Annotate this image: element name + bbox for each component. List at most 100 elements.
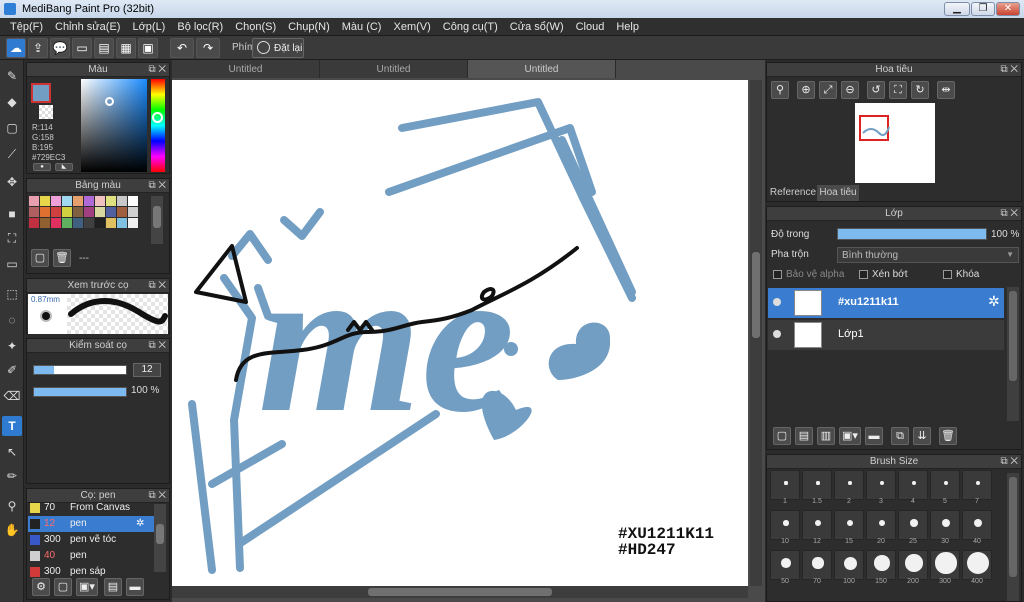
brush-size-slot[interactable] (802, 550, 832, 580)
document-icon[interactable]: ▤ (94, 38, 114, 58)
stroke-tool-icon[interactable]: ⟋ (2, 144, 22, 164)
speech-icon[interactable]: ▭ (72, 38, 92, 58)
comment-icon[interactable]: 💬 (50, 38, 70, 58)
canvas-tab-2[interactable]: Untitled (320, 60, 468, 78)
brush-folder-button[interactable]: ▬ (126, 578, 144, 596)
zoom-out-icon[interactable]: ⊖ (841, 81, 859, 99)
brush-new-button[interactable]: ▢ (54, 578, 72, 596)
select-eraser-tool-icon[interactable]: ⌫ (2, 386, 22, 406)
brush-size-slot[interactable] (770, 510, 800, 540)
operation-tool-icon[interactable]: ↖ (2, 442, 22, 462)
palette-swatch[interactable] (128, 196, 138, 206)
canvas-tab-1[interactable]: Untitled (172, 60, 320, 78)
duplicate-layer-button[interactable]: ⧉ (891, 427, 909, 445)
delete-layer-button[interactable]: 🗑 (939, 427, 957, 445)
brush-opacity-slider[interactable] (33, 387, 127, 397)
flip-icon[interactable]: ⇹ (937, 81, 955, 99)
palette-swatch[interactable] (29, 207, 39, 217)
lock-checkbox[interactable]: Khóa (943, 269, 979, 280)
palette-swatch[interactable] (73, 207, 83, 217)
eye-icon[interactable] (773, 330, 781, 338)
text-tool-icon[interactable]: T (2, 416, 22, 436)
brush-list-scrollbar[interactable] (154, 504, 166, 572)
rotate-right-icon[interactable]: ↻ (911, 81, 929, 99)
canvas-paper[interactable]: me #XU1211K11 #HD247 (172, 80, 748, 586)
palette-swatch[interactable] (117, 196, 127, 206)
brush-size-slot[interactable] (770, 550, 800, 580)
palette-swatch[interactable] (95, 196, 105, 206)
clipping-checkbox[interactable]: Xén bớt (859, 269, 907, 280)
brush-size-slot[interactable] (898, 550, 928, 580)
palette-new-button[interactable]: ▢ (31, 249, 49, 267)
palette-swatch[interactable] (29, 196, 39, 206)
brush-size-slot[interactable] (866, 510, 896, 540)
palette-swatch[interactable] (62, 218, 72, 228)
palette-swatch[interactable] (106, 196, 116, 206)
reset-button[interactable]: Đặt lại (252, 38, 304, 58)
eye-icon[interactable] (773, 298, 781, 306)
palette-swatch[interactable] (84, 218, 94, 228)
layer-list-scrollbar[interactable] (1007, 287, 1019, 421)
brush-size-slot[interactable] (930, 470, 960, 500)
eraser-tool-icon[interactable]: ◆ (2, 92, 22, 112)
palette-delete-button[interactable]: 🗑 (53, 249, 71, 267)
menu-layer[interactable]: Lớp(L) (126, 21, 171, 33)
panel-icon[interactable]: ▣ (138, 38, 158, 58)
gear-icon[interactable]: ✲ (136, 516, 144, 532)
brush-size-slot[interactable] (962, 510, 992, 540)
brush-list-item[interactable]: 70 From Canvas (28, 500, 166, 516)
palette-swatch[interactable] (51, 207, 61, 217)
close-button[interactable]: ✕ (996, 2, 1020, 16)
brush-add-button[interactable]: ⚙ (32, 578, 50, 596)
rotate-left-icon[interactable]: ↺ (867, 81, 885, 99)
brush-size-slot[interactable] (834, 510, 864, 540)
maximize-button[interactable]: ❐ (971, 2, 995, 16)
palette-swatch[interactable] (51, 218, 61, 228)
color-picker-handle[interactable] (105, 97, 114, 106)
palette-swatch[interactable] (84, 196, 94, 206)
palette-swatch[interactable] (40, 196, 50, 206)
gradient-tool-icon[interactable]: ▭ (2, 254, 22, 274)
menu-view[interactable]: Xem(V) (387, 21, 436, 33)
brush-size-slot[interactable] (834, 470, 864, 500)
hand-tool-icon[interactable]: ✋ (2, 520, 22, 540)
brush-size-slot[interactable] (930, 510, 960, 540)
color-picker-square[interactable] (81, 79, 147, 172)
add-layer-menu-button[interactable]: ▣▾ (839, 427, 861, 445)
menu-snap[interactable]: Chụp(N) (282, 21, 336, 33)
brush-copy-button[interactable]: ▣▾ (76, 578, 98, 596)
brush-size-slot[interactable] (898, 470, 928, 500)
new-halftone-layer-button[interactable]: ▤ (795, 427, 813, 445)
gear-icon[interactable]: ✲ (988, 293, 1000, 310)
rectangle-tool-icon[interactable]: ▢ (2, 118, 22, 138)
zoom-fit-icon[interactable]: ⚲ (771, 81, 789, 99)
brush-size-slot[interactable] (962, 550, 992, 580)
menu-select[interactable]: Chọn(S) (229, 21, 282, 33)
brush-size-slot[interactable] (834, 550, 864, 580)
magic-wand-tool-icon[interactable]: ✦ (2, 336, 22, 356)
brush-list-item[interactable]: 300 pen vẽ tóc (28, 532, 166, 548)
palette-swatch[interactable] (73, 196, 83, 206)
menu-filter[interactable]: Bộ lọc(R) (171, 21, 229, 33)
brush-tool-icon[interactable]: ✎ (2, 66, 22, 86)
brush-list-item[interactable]: 12 pen ✲ (28, 516, 166, 532)
brush-list-item[interactable]: 40 pen (28, 548, 166, 564)
fit-window-icon[interactable]: ⤢ (819, 81, 837, 99)
palette-swatch[interactable] (73, 218, 83, 228)
brush-size-slot[interactable] (802, 470, 832, 500)
brush-size-value[interactable]: 12 (133, 363, 161, 377)
layer-opacity-slider[interactable] (837, 228, 987, 240)
cloud-icon[interactable]: ☁ (6, 38, 26, 58)
grid-icon[interactable]: ▦ (116, 38, 136, 58)
palette-swatch[interactable] (62, 207, 72, 217)
divide-tool-icon[interactable]: ✏ (2, 466, 22, 486)
brush-size-slot[interactable] (962, 470, 992, 500)
brush-size-scrollbar[interactable] (1007, 473, 1019, 601)
select-rect-tool-icon[interactable]: ⬚ (2, 284, 22, 304)
brush-size-slot[interactable] (930, 550, 960, 580)
zoom-in-icon[interactable]: ⊕ (797, 81, 815, 99)
brush-save-button[interactable]: ▤ (104, 578, 122, 596)
menu-cloud[interactable]: Cloud (570, 21, 611, 33)
color-mode-button[interactable]: ● (33, 163, 51, 171)
palette-swatch[interactable] (84, 207, 94, 217)
